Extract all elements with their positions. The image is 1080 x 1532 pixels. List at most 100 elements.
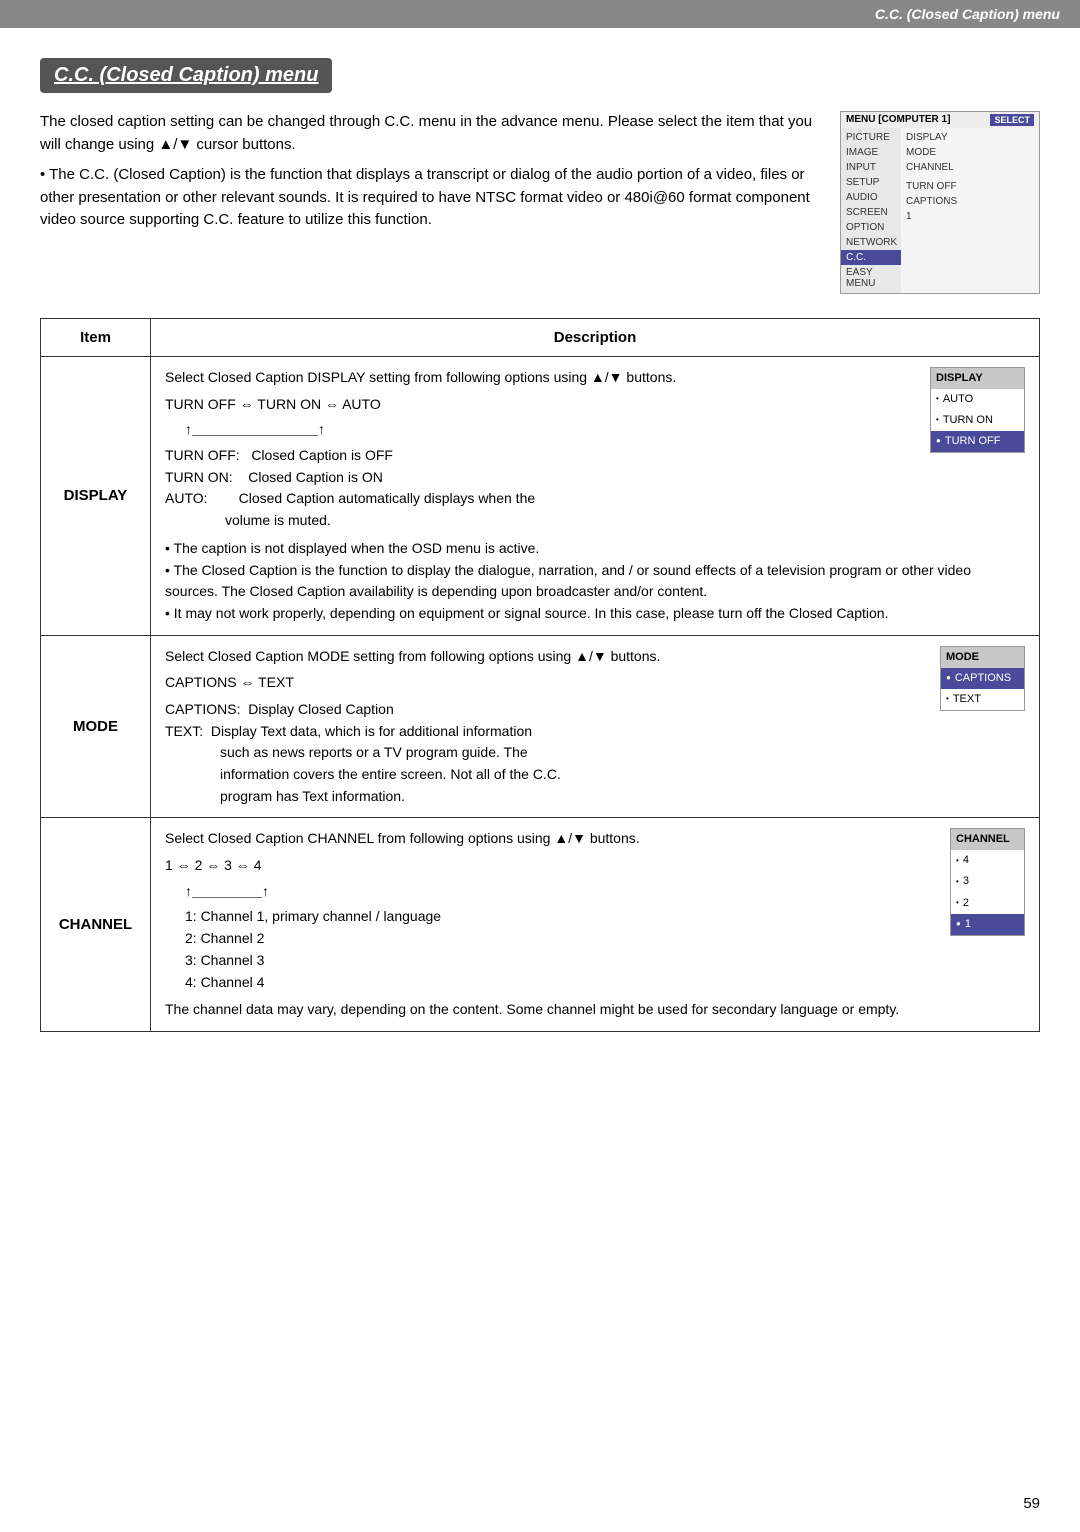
- menu-screenshot-header: MENU [COMPUTER 1] SELECT: [841, 112, 1039, 128]
- display-note3: • It may not work properly, depending on…: [165, 603, 1025, 625]
- menu-item-easymenu: EASY MENU: [841, 265, 901, 291]
- channel-dd-3: • 3: [951, 871, 1024, 892]
- page-header-bar: C.C. (Closed Caption) menu: [0, 0, 1080, 28]
- channel-dd-header: CHANNEL: [951, 829, 1024, 850]
- display-turnon-desc: TURN ON: Closed Caption is ON: [165, 467, 1025, 489]
- menu-item-screen: SCREEN: [841, 205, 901, 220]
- channel-1-desc: 1: Channel 1, primary channel / language: [185, 906, 1025, 928]
- intro-text: The closed caption setting can be change…: [40, 111, 820, 232]
- menu-right-channel: CHANNEL: [901, 160, 1039, 175]
- table-row-mode: MODE MODE ● CAPTIONS • TEXT: [41, 635, 1040, 818]
- intro-para1: The closed caption setting can be change…: [40, 111, 820, 156]
- menu-right-mode: MODE: [901, 145, 1039, 160]
- mode-dd-header: MODE: [941, 647, 1024, 668]
- intro-section: The closed caption setting can be change…: [40, 111, 1040, 294]
- channel-dropdown: CHANNEL • 4 • 3 • 2: [950, 828, 1025, 935]
- display-note1: • The caption is not displayed when the …: [165, 538, 1025, 560]
- bullet-text: •: [946, 693, 949, 705]
- item-display: DISPLAY: [41, 357, 151, 636]
- menu-item-input: INPUT: [841, 160, 901, 175]
- display-dd-turnoff: ● TURN OFF: [931, 431, 1024, 452]
- header-title: C.C. (Closed Caption) menu: [875, 6, 1060, 22]
- display-desc-line1: Select Closed Caption DISPLAY setting fr…: [165, 367, 1025, 389]
- channel-1-label: 1: [965, 916, 971, 933]
- bullet-ch1: ●: [956, 918, 961, 930]
- bullet-turnoff: ●: [936, 435, 941, 447]
- display-turnon-label: TURN ON: [943, 412, 993, 429]
- display-dd-auto: • AUTO: [931, 389, 1024, 410]
- intro-para2: • The C.C. (Closed Caption) is the funct…: [40, 164, 820, 232]
- menu-computer-label: MENU [COMPUTER 1]: [846, 114, 950, 126]
- display-turnoff-label: TURN OFF: [945, 433, 1001, 450]
- channel-arrow-line: ↑＿＿＿＿＿↑: [185, 881, 1025, 903]
- bullet-turnon: •: [936, 414, 939, 426]
- bullet-ch3: •: [956, 876, 959, 888]
- menu-item-setup: SETUP: [841, 175, 901, 190]
- menu-screenshot: MENU [COMPUTER 1] SELECT PICTURE IMAGE I…: [840, 111, 1040, 294]
- mode-text-desc: TEXT: Display Text data, which is for ad…: [165, 721, 1025, 808]
- menu-right-captions: CAPTIONS: [901, 194, 1039, 209]
- channel-dd-1: ● 1: [951, 914, 1024, 935]
- menu-right-col: DISPLAY MODE CHANNEL TURN OFF CAPTIONS 1: [901, 128, 1039, 293]
- col-header-item: Item: [41, 319, 151, 357]
- mode-dd-text: • TEXT: [941, 689, 1024, 710]
- display-auto-label: AUTO: [943, 391, 973, 408]
- channel-desc-line1: Select Closed Caption CHANNEL from follo…: [165, 828, 1025, 850]
- menu-item-network: NETWORK: [841, 235, 901, 250]
- channel-3-label: 3: [963, 873, 969, 890]
- item-mode-label: MODE: [73, 718, 118, 735]
- mode-text-label: TEXT: [953, 691, 981, 708]
- menu-item-option: OPTION: [841, 220, 901, 235]
- bullet-ch4: •: [956, 855, 959, 867]
- menu-item-audio: AUDIO: [841, 190, 901, 205]
- display-dd-header: DISPLAY: [931, 368, 1024, 389]
- display-sequence: TURN OFF ⇔ TURN ON ⇔ AUTO: [165, 394, 1025, 416]
- menu-body: PICTURE IMAGE INPUT SETUP AUDIO SCREEN O…: [841, 128, 1039, 293]
- channel-2-label: 2: [963, 895, 969, 912]
- page-title: C.C. (Closed Caption) menu: [40, 58, 332, 93]
- mode-dropdown: MODE ● CAPTIONS • TEXT: [940, 646, 1025, 711]
- main-table: Item Description DISPLAY DISPLAY • AUTO: [40, 318, 1040, 1032]
- menu-item-image: IMAGE: [841, 145, 901, 160]
- menu-left-col: PICTURE IMAGE INPUT SETUP AUDIO SCREEN O…: [841, 128, 901, 293]
- display-arrow-line: ↑＿＿＿＿＿＿＿＿＿↑: [185, 419, 1025, 441]
- desc-channel: CHANNEL • 4 • 3 • 2: [151, 818, 1040, 1032]
- display-auto-desc: AUTO: Closed Caption automatically displ…: [165, 488, 1025, 531]
- menu-right-1: 1: [901, 209, 1039, 224]
- bullet-ch2: •: [956, 897, 959, 909]
- mode-captions-label: CAPTIONS: [955, 670, 1011, 687]
- bullet-auto: •: [936, 393, 939, 405]
- channel-dd-2: • 2: [951, 893, 1024, 914]
- item-channel: CHANNEL: [41, 818, 151, 1032]
- item-display-label: DISPLAY: [64, 487, 128, 504]
- mode-sequence: CAPTIONS ⇔ TEXT: [165, 672, 1025, 694]
- mode-desc-line1: Select Closed Caption MODE setting from …: [165, 646, 1025, 668]
- channel-4-desc: 4: Channel 4: [185, 972, 1025, 994]
- channel-2-desc: 2: Channel 2: [185, 928, 1025, 950]
- col-header-desc: Description: [151, 319, 1040, 357]
- display-dropdown: DISPLAY • AUTO • TURN ON ● TURN OFF: [930, 367, 1025, 453]
- page-number: 59: [1023, 1495, 1040, 1512]
- item-channel-label: CHANNEL: [59, 916, 132, 933]
- menu-item-cc: C.C.: [841, 250, 901, 265]
- menu-right-turnoff: TURN OFF: [901, 179, 1039, 194]
- display-dd-turnon: • TURN ON: [931, 410, 1024, 431]
- menu-item-picture: PICTURE: [841, 130, 901, 145]
- mode-dd-captions: ● CAPTIONS: [941, 668, 1024, 689]
- channel-3-desc: 3: Channel 3: [185, 950, 1025, 972]
- display-note2: • The Closed Caption is the function to …: [165, 560, 1025, 603]
- channel-sequence: 1 ⇔ 2 ⇔ 3 ⇔ 4: [165, 855, 1025, 877]
- menu-select-btn: SELECT: [990, 114, 1034, 126]
- mode-captions-desc: CAPTIONS: Display Closed Caption: [165, 699, 1025, 721]
- display-turnoff-desc: TURN OFF: Closed Caption is OFF: [165, 445, 1025, 467]
- item-mode: MODE: [41, 635, 151, 818]
- table-row-display: DISPLAY DISPLAY • AUTO • TURN ON: [41, 357, 1040, 636]
- channel-note: The channel data may vary, depending on …: [165, 999, 1025, 1021]
- desc-display: DISPLAY • AUTO • TURN ON ● TURN OFF: [151, 357, 1040, 636]
- channel-4-label: 4: [963, 852, 969, 869]
- desc-mode: MODE ● CAPTIONS • TEXT Select Closed Cap…: [151, 635, 1040, 818]
- bullet-captions: ●: [946, 672, 951, 684]
- channel-dd-4: • 4: [951, 850, 1024, 871]
- menu-right-display: DISPLAY: [901, 130, 1039, 145]
- table-row-channel: CHANNEL CHANNEL • 4 • 3: [41, 818, 1040, 1032]
